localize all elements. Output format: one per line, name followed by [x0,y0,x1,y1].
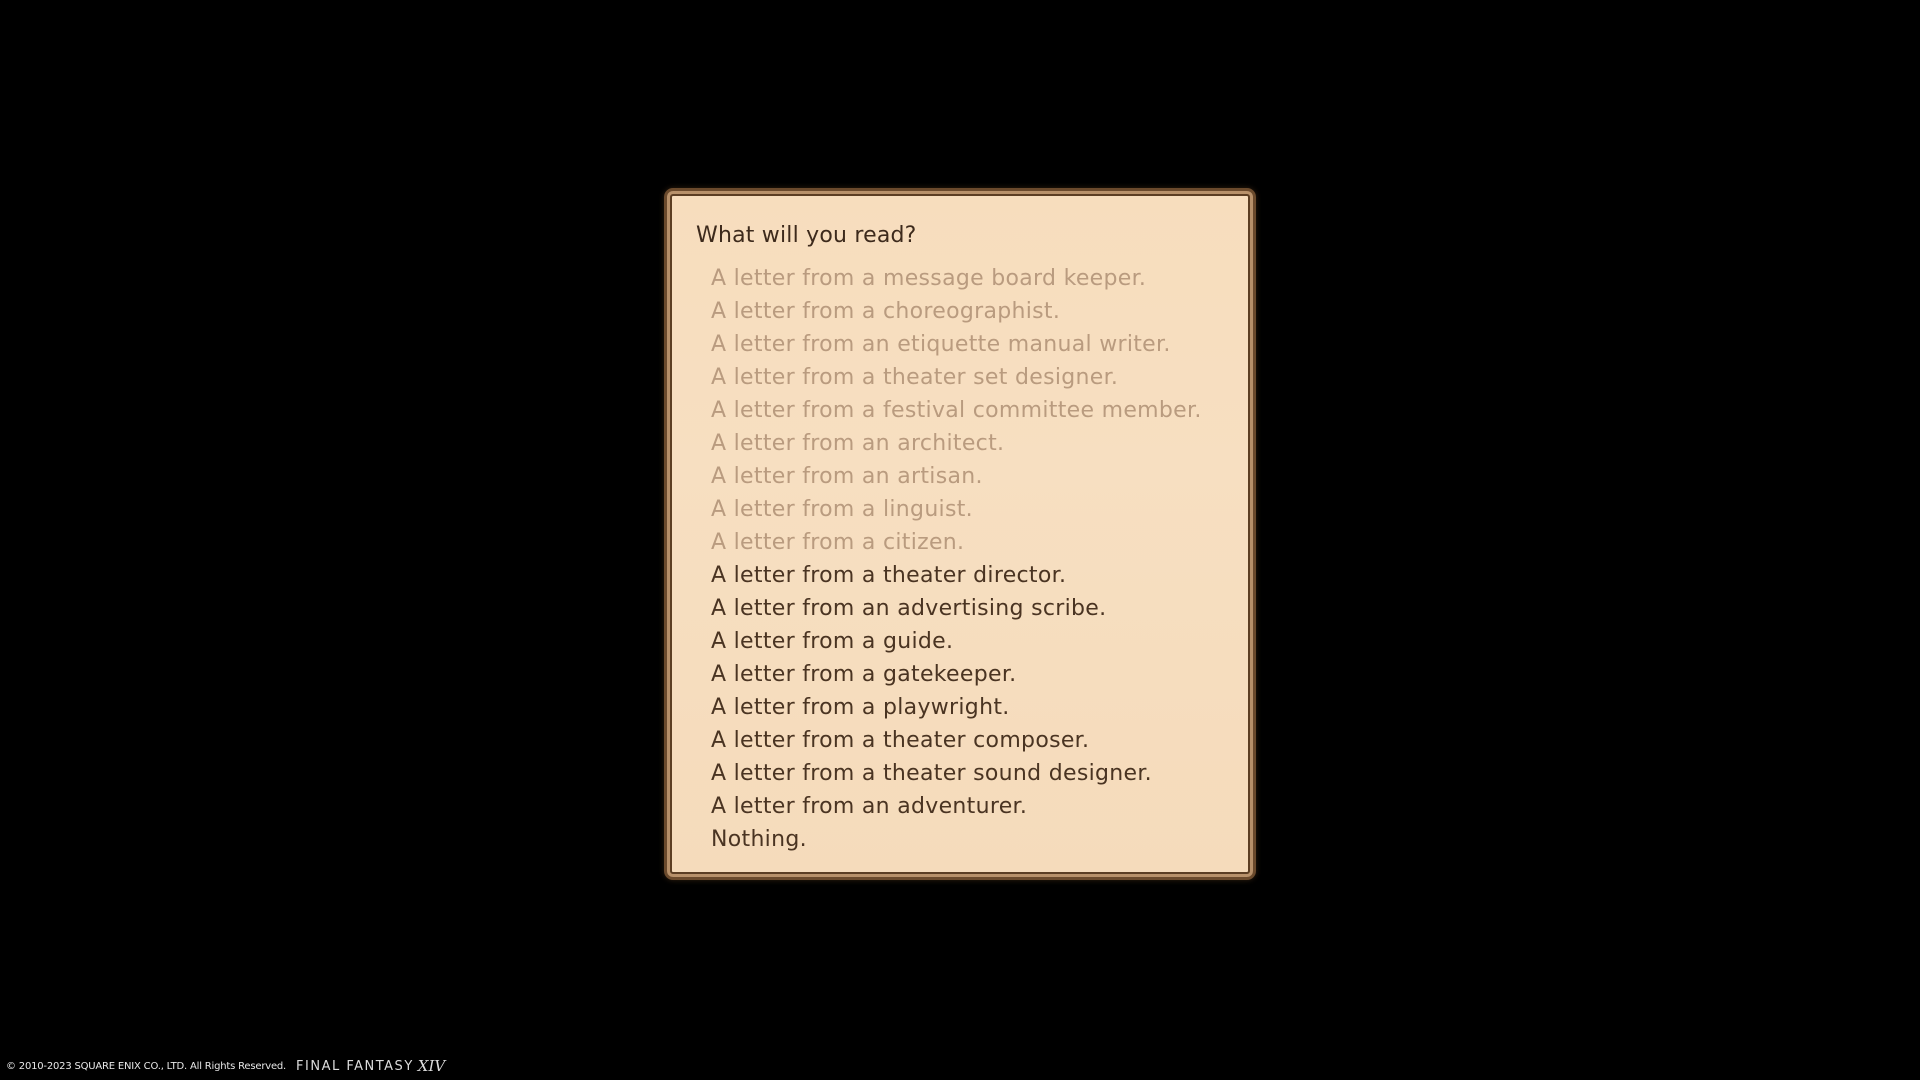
option-label: A letter from a theater set designer. [711,365,1119,390]
list-item[interactable]: A letter from a playwright. [711,691,1202,724]
list-item[interactable]: A letter from a guide. [711,625,1202,658]
dialog-prompt: What will you read? [696,223,917,248]
selection-dialog: What will you read? A letter from a mess… [664,188,1256,880]
game-logo-mark: XIV [417,1057,446,1075]
option-label: A letter from a citizen. [711,530,965,555]
list-item[interactable]: A letter from a message board keeper. [711,262,1202,295]
game-screen: What will you read? A letter from a mess… [0,0,1920,1080]
option-label: A letter from a theater composer. [711,728,1090,753]
list-item[interactable]: A letter from a gatekeeper. [711,658,1202,691]
option-label: A letter from a message board keeper. [711,266,1147,291]
list-item[interactable]: A letter from an advertising scribe. [711,592,1202,625]
option-label: A letter from a gatekeeper. [711,662,1017,687]
option-label: A letter from a linguist. [711,497,973,522]
list-item[interactable]: A letter from an etiquette manual writer… [711,328,1202,361]
option-label: A letter from a theater sound designer. [711,761,1152,786]
copyright-footer: © 2010-2023 SQUARE ENIX CO., LTD. All Ri… [6,1056,445,1076]
list-item[interactable]: A letter from an adventurer. [711,790,1202,823]
list-item[interactable]: A letter from a citizen. [711,526,1202,559]
game-title-logo: FINAL FANTASY [296,1058,414,1074]
list-item[interactable]: A letter from a theater composer. [711,724,1202,757]
option-label: Nothing. [711,827,807,852]
list-item[interactable]: A letter from a choreographist. [711,295,1202,328]
list-item[interactable]: A letter from an artisan. [711,460,1202,493]
copyright-notice: © 2010-2023 SQUARE ENIX CO., LTD. All Ri… [6,1060,287,1072]
list-item[interactable]: A letter from an architect. [711,427,1202,460]
option-label: A letter from an adventurer. [711,794,1028,819]
list-item[interactable]: A letter from a linguist. [711,493,1202,526]
option-label: A letter from an artisan. [711,464,983,489]
option-label: A letter from a festival committee membe… [711,398,1202,423]
option-label: A letter from an architect. [711,431,1005,456]
nothing-option[interactable]: Nothing. [711,823,1202,856]
option-list: A letter from a message board keeper. A … [711,262,1202,856]
list-item[interactable]: A letter from a theater director. [711,559,1202,592]
option-label: A letter from a playwright. [711,695,1010,720]
option-label: A letter from a choreographist. [711,299,1061,324]
dialog-body: What will you read? A letter from a mess… [679,203,1241,865]
option-label: A letter from an etiquette manual writer… [711,332,1171,357]
list-item[interactable]: A letter from a festival committee membe… [711,394,1202,427]
option-label: A letter from an advertising scribe. [711,596,1107,621]
list-item[interactable]: A letter from a theater set designer. [711,361,1202,394]
option-label: A letter from a guide. [711,629,954,654]
option-label: A letter from a theater director. [711,563,1067,588]
list-item[interactable]: A letter from a theater sound designer. [711,757,1202,790]
